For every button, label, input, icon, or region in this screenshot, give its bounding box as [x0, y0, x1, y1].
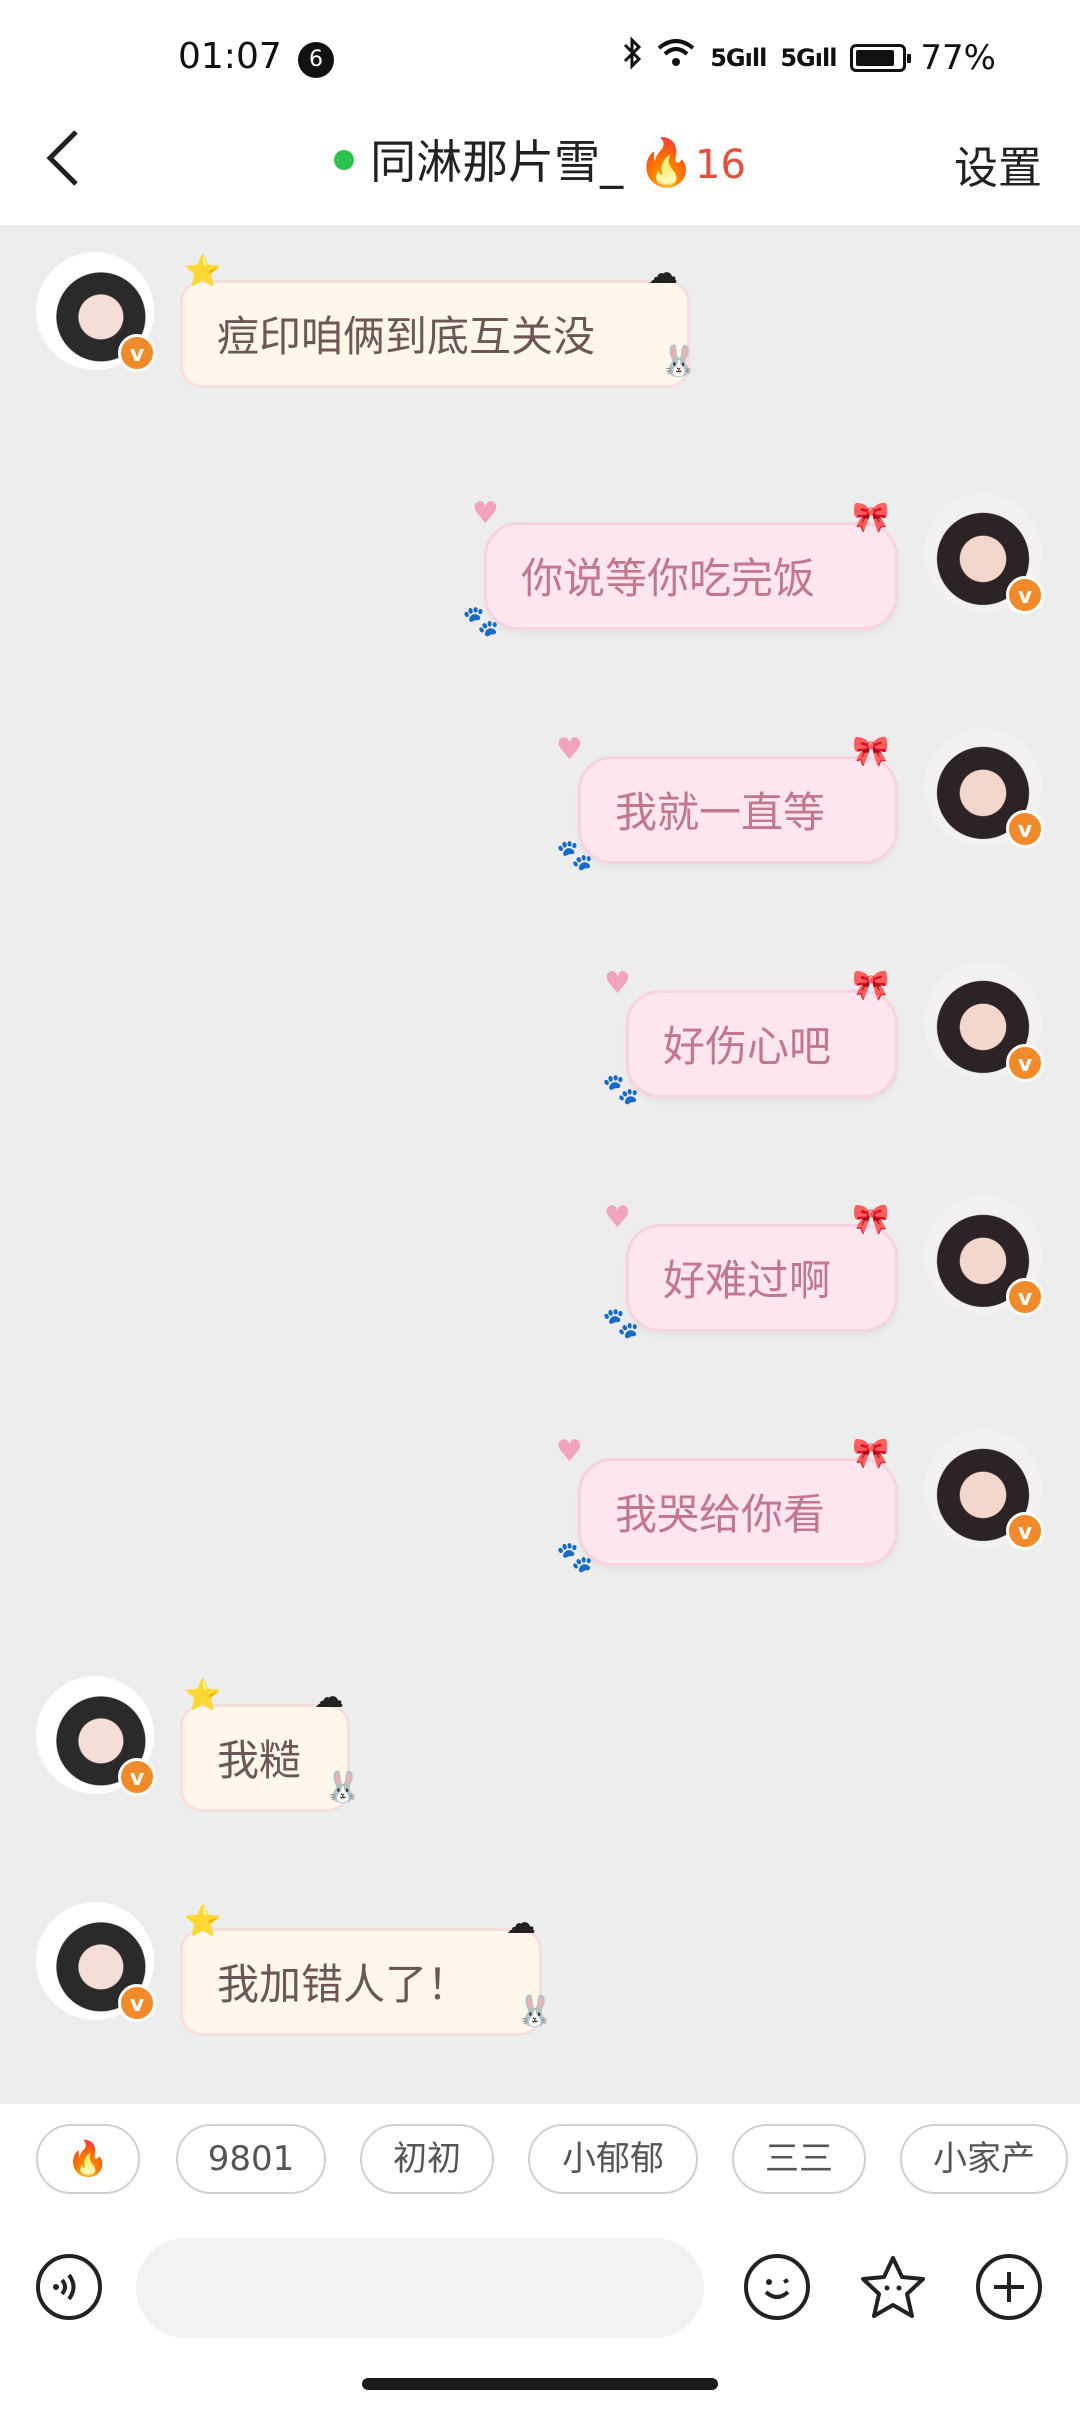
quick-chip-fire[interactable]: 🔥: [36, 2124, 140, 2194]
paw-sticker-icon: 🐾: [462, 604, 500, 639]
emoji-button[interactable]: [744, 2254, 810, 2320]
contact-name: 同淋那片雪_: [370, 135, 624, 189]
verified-badge-icon: v: [1006, 810, 1044, 848]
fire-streak-count: 16: [695, 142, 746, 188]
star-face-icon: [861, 2256, 925, 2318]
avatar[interactable]: v: [36, 1676, 156, 1796]
message-text: 我哭给你看: [615, 1490, 826, 1539]
bow-sticker-icon: 🎀: [852, 734, 890, 769]
bow-sticker-icon: 🎀: [852, 1202, 890, 1237]
avatar[interactable]: v: [36, 1902, 156, 2022]
bow-sticker-icon: 🎀: [852, 500, 890, 535]
heart-sticker-icon: ♥: [604, 966, 631, 1001]
voice-button[interactable]: [36, 2254, 102, 2320]
bow-sticker-icon: 🎀: [852, 968, 890, 1003]
add-button[interactable]: [976, 2254, 1042, 2320]
bow-sticker-icon: 🎀: [852, 1436, 890, 1471]
battery-icon: [850, 43, 912, 72]
quick-chip[interactable]: 9801: [176, 2124, 326, 2194]
status-time: 01:07: [178, 36, 282, 77]
paw-sticker-icon: 🐾: [556, 1540, 594, 1575]
wifi-icon: [656, 37, 696, 78]
message-text: 你说等你吃完饭: [521, 554, 816, 603]
message-text: 好伤心吧: [663, 1022, 832, 1071]
cloud-sticker-icon: ☁: [314, 1680, 344, 1715]
message-bubble[interactable]: 我加错人了！: [180, 1928, 542, 2036]
message-bubble[interactable]: 好伤心吧: [626, 990, 898, 1098]
fire-icon: 🔥: [637, 135, 695, 189]
heart-sticker-icon: ♥: [472, 496, 499, 531]
quick-chip[interactable]: 三三: [732, 2124, 866, 2194]
avatar[interactable]: v: [924, 1196, 1044, 1316]
settings-button[interactable]: 设置: [954, 132, 1042, 196]
star-sticker-icon: ⭐: [184, 1904, 222, 1939]
message-text: 好难过啊: [663, 1256, 832, 1305]
avatar[interactable]: v: [924, 728, 1044, 848]
paw-sticker-icon: 🐾: [556, 838, 594, 873]
verified-badge-icon: v: [1006, 1278, 1044, 1316]
bunny-sticker-icon: 🐰: [516, 1994, 554, 2029]
star-sticker-icon: ⭐: [184, 1678, 222, 1713]
bluetooth-icon: [622, 36, 642, 79]
star-sticker-icon: ⭐: [184, 254, 222, 289]
cell-signal-icon-1: 5Gıll: [710, 43, 767, 72]
heart-sticker-icon: ♥: [556, 732, 583, 767]
quick-chip[interactable]: 小家产: [900, 2124, 1068, 2194]
verified-badge-icon: v: [118, 1758, 156, 1796]
cloud-sticker-icon: ☁: [506, 1906, 536, 1941]
bunny-sticker-icon: 🐰: [660, 344, 698, 379]
verified-badge-icon: v: [1006, 1044, 1044, 1082]
message-text: 我加错人了！: [217, 1960, 470, 2009]
verified-badge-icon: v: [118, 1984, 156, 2022]
avatar[interactable]: v: [36, 252, 156, 372]
verified-badge-icon: v: [1006, 1512, 1044, 1550]
smiley-icon: [764, 2278, 790, 2299]
sticker-button[interactable]: [858, 2254, 925, 2320]
message-text: 痘印咱俩到底互关没: [217, 312, 596, 361]
avatar[interactable]: v: [924, 1430, 1044, 1550]
battery-percent: 77%: [920, 37, 996, 78]
message-bubble[interactable]: 好难过啊: [626, 1224, 898, 1332]
message-bubble[interactable]: 痘印咱俩到底互关没: [180, 280, 690, 388]
heart-sticker-icon: ♥: [604, 1200, 631, 1235]
chat-title[interactable]: 同淋那片雪_ 🔥16: [0, 126, 1080, 192]
plus-icon: [994, 2272, 1024, 2302]
quick-contacts-bar: 🔥 9801 初初 小郁郁 三三 小家产: [0, 2104, 1080, 2224]
paw-sticker-icon: 🐾: [602, 1306, 640, 1341]
verified-badge-icon: v: [1006, 576, 1044, 614]
quick-chip[interactable]: 初初: [360, 2124, 494, 2194]
message-bubble[interactable]: 我哭给你看: [578, 1458, 898, 1566]
message-bubble[interactable]: 我就一直等: [578, 756, 898, 864]
cloud-sticker-icon: ☁: [648, 256, 678, 291]
paw-sticker-icon: 🐾: [602, 1072, 640, 1107]
notification-badge: 6: [298, 42, 334, 78]
voice-icon: [53, 2273, 76, 2301]
status-icons: 5Gıll 5Gıll 77%: [622, 36, 996, 79]
message-input[interactable]: [136, 2238, 704, 2338]
cell-signal-icon-2: 5Gıll: [780, 43, 837, 72]
bunny-sticker-icon: 🐰: [324, 1770, 362, 1805]
message-bubble[interactable]: 你说等你吃完饭: [484, 522, 898, 630]
message-text: 我糙: [217, 1736, 302, 1785]
top-bar: 01:07 6 5Gıll 5Gıll 77% 同淋那片雪_ 🔥16 设置: [0, 0, 1080, 225]
verified-badge-icon: v: [118, 334, 156, 372]
quick-chip[interactable]: 小郁郁: [528, 2124, 698, 2194]
heart-sticker-icon: ♥: [556, 1434, 583, 1469]
online-status-dot: [334, 150, 355, 170]
avatar[interactable]: v: [924, 494, 1044, 614]
message-text: 我就一直等: [615, 788, 826, 837]
home-indicator[interactable]: [362, 2378, 718, 2390]
avatar[interactable]: v: [924, 962, 1044, 1082]
